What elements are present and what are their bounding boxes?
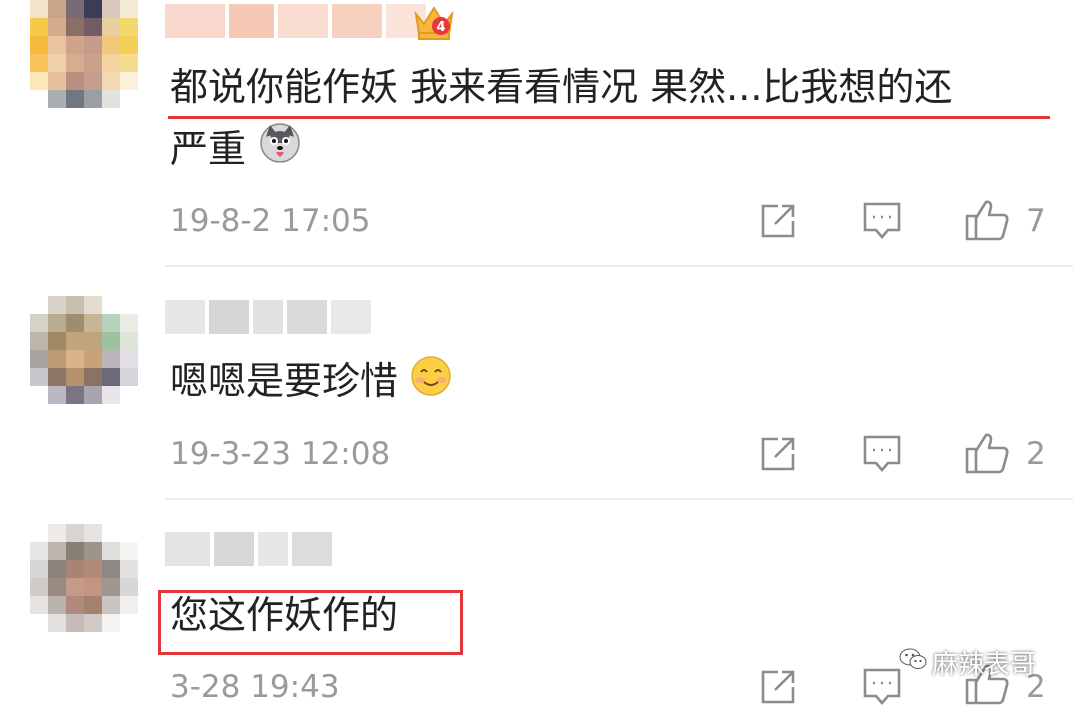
- username-blurred[interactable]: [165, 532, 332, 566]
- svg-text:4: 4: [436, 20, 445, 35]
- avatar[interactable]: [30, 296, 138, 404]
- comment-item: 嗯嗯是要珍惜 19-3-23 12:08 2: [0, 266, 1073, 500]
- avatar[interactable]: [30, 524, 138, 632]
- like-icon[interactable]: [964, 431, 1010, 479]
- wechat-icon: [898, 646, 928, 679]
- watermark-text: 麻辣表哥: [932, 650, 1037, 680]
- share-icon[interactable]: [758, 201, 798, 245]
- reply-icon[interactable]: [862, 666, 902, 712]
- husky-emoji: [258, 121, 302, 183]
- like-count: 7: [1026, 203, 1046, 239]
- username-blurred[interactable]: [165, 4, 426, 38]
- comment-text-line: 都说你能作妖 我来看看情况 果然...比我想的还: [170, 65, 953, 109]
- comment-text: 嗯嗯是要珍惜: [170, 350, 452, 415]
- comment-item: 4 都说你能作妖 我来看看情况 果然...比我想的还 严重 19-8-2 17:…: [0, 0, 1073, 267]
- comment-timestamp: 19-8-2 17:05: [170, 203, 371, 239]
- comment-text-continuation: 严重: [170, 127, 247, 171]
- comment-timestamp: 19-3-23 12:08: [170, 436, 391, 472]
- like-icon[interactable]: [964, 198, 1010, 246]
- username-blurred[interactable]: [165, 300, 371, 334]
- watermark: 麻辣表哥: [898, 644, 1036, 681]
- smile-emoji: [410, 353, 452, 415]
- reply-icon[interactable]: [862, 433, 902, 479]
- crown-level-4-icon: 4: [412, 2, 456, 42]
- comment-text-body: 嗯嗯是要珍惜: [170, 359, 399, 403]
- comment-text-line: 严重: [170, 118, 302, 183]
- like-count: 2: [1026, 436, 1046, 472]
- reply-icon[interactable]: [862, 200, 902, 246]
- share-icon[interactable]: [758, 667, 798, 711]
- share-icon[interactable]: [758, 434, 798, 478]
- comment-timestamp: 3-28 19:43: [170, 669, 340, 705]
- avatar[interactable]: [30, 0, 138, 108]
- highlight-box: [158, 590, 463, 655]
